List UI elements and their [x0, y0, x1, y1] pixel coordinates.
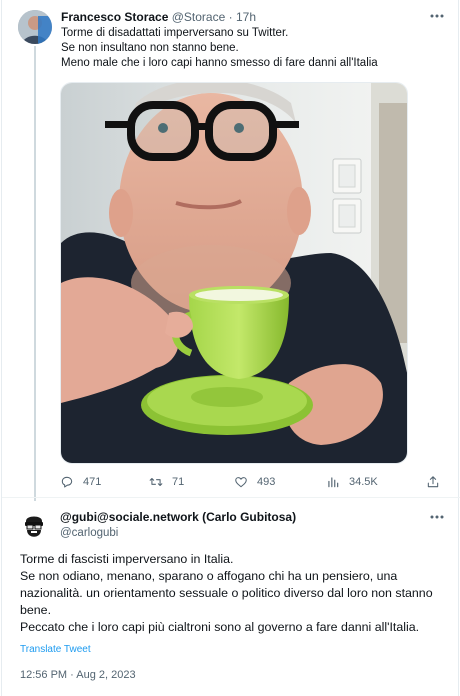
tweet-text: Torme di fascisti imperversano in Italia…	[20, 551, 440, 636]
more-icon[interactable]	[428, 9, 446, 23]
tweet-text-line: Torme di disadattati imperversano su Twi…	[61, 27, 289, 39]
parent-tweet[interactable]: Francesco Storace @Storace · 17h Torme d…	[2, 0, 460, 501]
avatar[interactable]	[18, 10, 52, 44]
thread-connector-line	[34, 46, 36, 501]
timeline-frame: Francesco Storace @Storace · 17h Torme d…	[1, 0, 460, 696]
avatar[interactable]	[18, 509, 50, 541]
tweet-text-line: Meno male che i loro capi hanno smesso d…	[61, 57, 378, 69]
retweet-count: 71	[172, 476, 185, 488]
author-name[interactable]: @gubi@sociale.network (Carlo Gubitosa)	[60, 510, 296, 525]
author-handle[interactable]: @carlogubi	[60, 526, 118, 540]
tweet-timestamp[interactable]: 12:56 PM · Aug 2, 2023	[20, 669, 136, 681]
separator-dot: ·	[228, 10, 233, 24]
tweet-paragraph: Torme di fascisti imperversano in Italia…	[20, 552, 234, 566]
like-count: 493	[257, 476, 276, 488]
divider	[2, 497, 460, 498]
more-icon[interactable]	[428, 510, 446, 524]
author-name[interactable]: Francesco Storace	[61, 10, 168, 24]
translate-tweet-link[interactable]: Translate Tweet	[20, 644, 91, 655]
views-count: 34.5K	[349, 476, 378, 488]
author-handle[interactable]: @Storace	[172, 10, 226, 24]
tweet-photo[interactable]	[60, 82, 408, 464]
tweet-text-line: Se non insultano non stanno bene.	[61, 42, 239, 54]
retweet-button[interactable]: 71	[149, 474, 184, 490]
share-button[interactable]	[426, 474, 449, 490]
share-icon	[427, 476, 439, 488]
tweet-header: Francesco Storace @Storace · 17h	[61, 10, 256, 25]
like-button[interactable]: 493	[234, 474, 275, 490]
tweet-paragraph: Peccato che i loro capi più cialtroni so…	[20, 620, 420, 634]
reply-icon	[61, 476, 73, 488]
tweet-time[interactable]: 17h	[236, 10, 256, 24]
retweet-icon	[149, 477, 163, 487]
reply-button[interactable]: 471	[60, 474, 101, 490]
tweet-paragraph: Se non odiano, menano, sparano o affogan…	[20, 569, 433, 617]
like-icon	[235, 477, 247, 488]
tweet-text: Torme di disadattati imperversano su Twi…	[61, 26, 441, 71]
views-icon	[328, 477, 339, 488]
views-button[interactable]: 34.5K	[326, 474, 378, 490]
reply-count: 471	[83, 476, 102, 488]
tweet-actions: 471 71 493 34.5K	[60, 474, 450, 490]
